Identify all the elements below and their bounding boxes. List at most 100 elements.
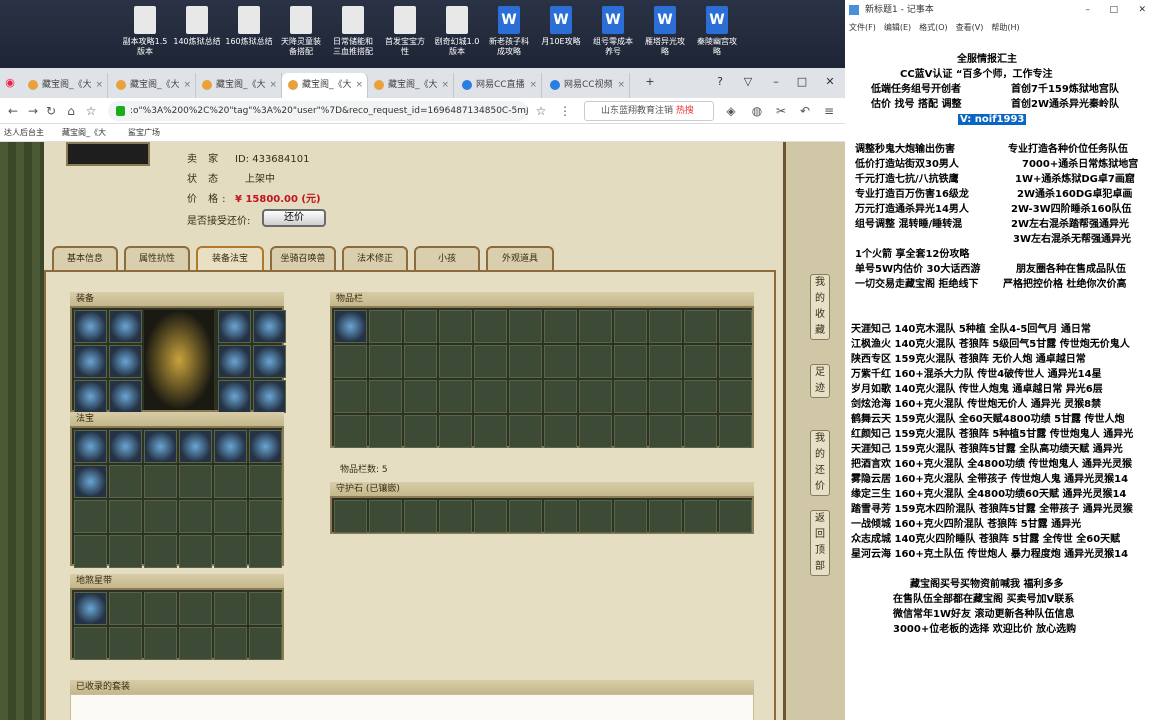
item-slot[interactable] (144, 535, 177, 568)
scissors-icon[interactable]: ✂ (772, 102, 790, 120)
browser-tab[interactable]: 网易CC直播 × (456, 73, 542, 98)
item-slot[interactable] (439, 415, 472, 448)
tab-close-icon[interactable]: × (269, 73, 277, 98)
close-icon[interactable]: ✕ (820, 72, 840, 92)
item-slot[interactable] (579, 310, 612, 343)
skin-icon[interactable]: ▽ (738, 72, 758, 92)
desktop-file-icon[interactable]: 日常储能和 三血推搭配 (328, 6, 378, 57)
item-slot-filled[interactable] (109, 430, 142, 463)
item-slot[interactable] (109, 535, 142, 568)
item-slot[interactable] (614, 415, 647, 448)
item-slot-filled[interactable] (74, 465, 107, 498)
item-slot[interactable] (74, 535, 107, 568)
item-slot[interactable] (474, 310, 507, 343)
item-slot[interactable] (249, 627, 282, 660)
item-slot[interactable] (719, 380, 752, 413)
listing-tab[interactable]: 基本信息 (52, 246, 118, 270)
item-slot[interactable] (179, 535, 212, 568)
item-slot[interactable] (509, 345, 542, 378)
desktop-file-icon[interactable]: 160炼狱总结 (224, 6, 274, 47)
item-slot-filled[interactable] (74, 430, 107, 463)
item-slot[interactable] (74, 627, 107, 660)
item-slot[interactable] (649, 345, 682, 378)
item-slot[interactable] (474, 500, 507, 533)
favorite-icon[interactable]: ☆ (532, 102, 550, 120)
item-slot[interactable] (684, 415, 717, 448)
item-slot[interactable] (404, 415, 437, 448)
equip-slot[interactable] (218, 345, 251, 378)
tab-close-icon[interactable]: × (183, 73, 191, 98)
listing-tab[interactable]: 外观道具 (486, 246, 554, 270)
haggle-button[interactable]: 还价 (262, 209, 326, 227)
browser-tab[interactable]: 藏宝阁_《大 × (196, 73, 282, 98)
item-slot[interactable] (439, 380, 472, 413)
item-slot[interactable] (249, 535, 282, 568)
item-slot[interactable] (544, 310, 577, 343)
tab-close-icon[interactable]: × (617, 73, 625, 98)
url-field[interactable]: :o"%3A%200%2C%20"tag"%3A%20"user"%7D&rec… (108, 101, 528, 121)
item-slot[interactable] (404, 380, 437, 413)
item-slot[interactable] (649, 380, 682, 413)
item-slot[interactable] (544, 380, 577, 413)
bookmark-item[interactable]: 藏宝阁_《大 (62, 127, 106, 138)
item-slot[interactable] (719, 415, 752, 448)
item-slot[interactable] (369, 500, 402, 533)
tab-close-icon[interactable]: × (441, 73, 449, 98)
item-slot[interactable] (214, 535, 247, 568)
item-slot[interactable] (179, 592, 212, 625)
item-slot[interactable] (684, 500, 717, 533)
menu-item[interactable]: 查看(V) (956, 23, 984, 32)
item-slot[interactable] (544, 415, 577, 448)
item-slot[interactable] (509, 500, 542, 533)
item-slot[interactable] (369, 345, 402, 378)
item-slot[interactable] (369, 415, 402, 448)
close-icon[interactable]: ✕ (1138, 0, 1146, 20)
equip-slot[interactable] (74, 380, 107, 413)
item-slot[interactable] (404, 310, 437, 343)
tab-close-icon[interactable]: × (95, 73, 103, 98)
side-button[interactable]: 我 的 还 价 (810, 430, 830, 496)
search-box[interactable]: 山东蓝翔教育注销 热搜 (584, 101, 714, 121)
equip-slot[interactable] (74, 345, 107, 378)
share-icon[interactable]: ⋮ (556, 102, 574, 120)
item-slot[interactable] (649, 415, 682, 448)
item-slot[interactable] (614, 380, 647, 413)
desktop-file-icon[interactable]: 剧奇幻城1.0 版本 (432, 6, 482, 57)
item-slot-filled[interactable] (334, 310, 367, 343)
menu-item[interactable]: 格式(O) (919, 23, 948, 32)
bookmark-item[interactable]: 鲨宝广场 (128, 127, 160, 138)
equip-slot[interactable] (253, 345, 286, 378)
tab-list-icon[interactable]: ? (710, 72, 730, 92)
item-slot[interactable] (109, 592, 142, 625)
desktop-file-icon[interactable]: W 新老孩子科 成攻略 (484, 6, 534, 57)
item-slot[interactable] (369, 310, 402, 343)
equip-slot[interactable] (74, 310, 107, 343)
desktop-file-icon[interactable]: 天降灵童装 备搭配 (276, 6, 326, 57)
item-slot[interactable] (579, 345, 612, 378)
back-icon[interactable]: ← (4, 102, 22, 120)
item-slot[interactable] (439, 345, 472, 378)
item-slot-filled[interactable] (249, 430, 282, 463)
item-slot[interactable] (614, 310, 647, 343)
account-icon[interactable]: ◍ (748, 102, 766, 120)
item-slot[interactable] (249, 592, 282, 625)
side-button[interactable]: 足 迹 (810, 364, 830, 398)
menu-item[interactable]: 编辑(E) (884, 23, 911, 32)
desktop-file-icon[interactable]: W 月10E攻略 (536, 6, 586, 47)
item-slot[interactable] (74, 500, 107, 533)
item-slot[interactable] (509, 380, 542, 413)
item-slot[interactable] (474, 345, 507, 378)
item-slot[interactable] (544, 345, 577, 378)
browser-tab[interactable]: 藏宝阁_《大 × (282, 73, 368, 98)
item-slot[interactable] (509, 310, 542, 343)
browser-tab[interactable]: 网易CC视频 × (544, 73, 630, 98)
item-slot-filled[interactable] (144, 430, 177, 463)
menu-item[interactable]: 文件(F) (849, 23, 876, 32)
item-slot[interactable] (404, 500, 437, 533)
item-slot[interactable] (334, 345, 367, 378)
bookmark-item[interactable]: 达人后台主 (4, 127, 44, 138)
item-slot[interactable] (249, 465, 282, 498)
item-slot[interactable] (109, 465, 142, 498)
item-slot[interactable] (334, 415, 367, 448)
item-slot[interactable] (334, 380, 367, 413)
